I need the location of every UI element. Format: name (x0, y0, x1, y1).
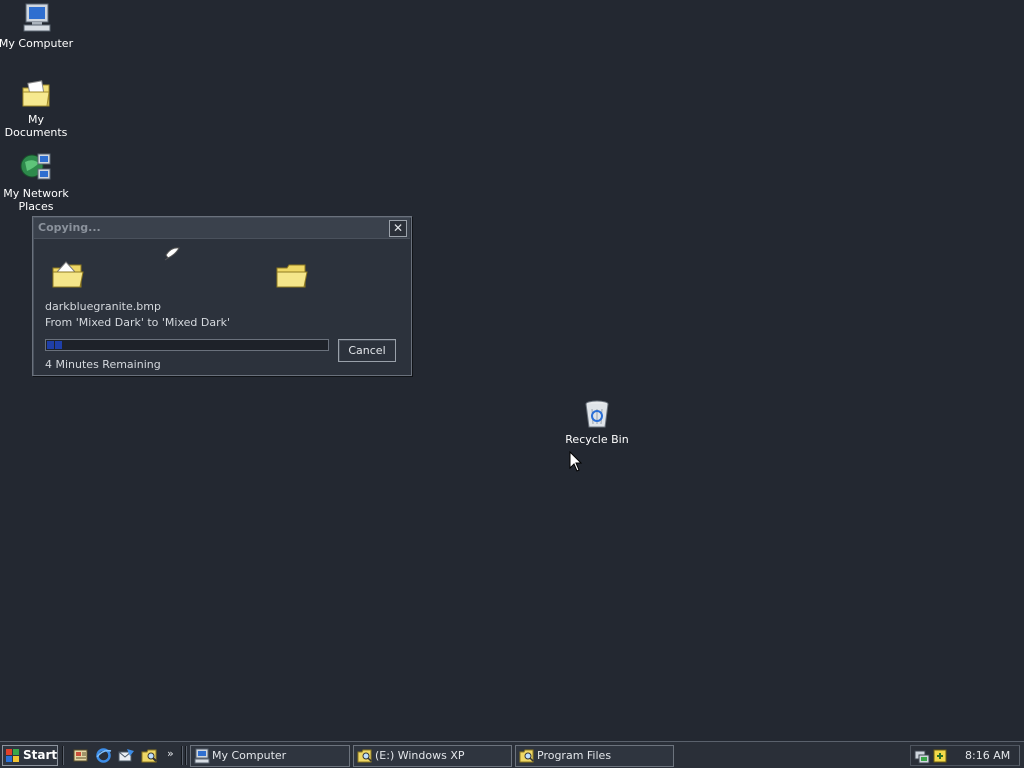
system-tray: 8:16 AM (910, 745, 1020, 766)
taskbar: Start » My Computer (E:) Windows XP Prog… (0, 741, 1024, 768)
start-label: Start (23, 748, 58, 762)
desktop-icon-recycle-bin[interactable]: Recycle Bin (559, 398, 635, 446)
desktop-icon-label: Recycle Bin (565, 433, 629, 446)
taskbar-separator (185, 746, 187, 765)
copy-progress-dialog: Copying... ✕ darkbluegranite.bmp From 'M… (32, 216, 412, 376)
outlook-express-icon[interactable] (118, 747, 135, 764)
taskbar-button-label: My Computer (212, 749, 287, 762)
desktop-icon-label: My Documents (4, 113, 68, 139)
desktop-icon-label: My Network Places (3, 187, 69, 213)
dialog-title: Copying... (38, 221, 101, 234)
network-places-icon (20, 153, 51, 180)
destination-folder-icon (276, 264, 308, 288)
close-button[interactable]: ✕ (389, 220, 407, 237)
windows-explorer-icon[interactable] (141, 747, 158, 764)
taskbar-separator (62, 746, 64, 765)
flying-document-icon (164, 247, 180, 261)
copying-file-name: darkbluegranite.bmp (45, 300, 161, 313)
safely-remove-tray-icon[interactable] (932, 748, 948, 764)
explorer-folder-icon (519, 749, 534, 763)
taskbar-button-program-files[interactable]: Program Files (515, 745, 674, 767)
quick-launch-more-button[interactable]: » (167, 747, 174, 760)
taskbar-clock: 8:16 AM (965, 749, 1011, 762)
desktop-icon-my-network-places[interactable]: My Network Places (0, 152, 74, 213)
taskbar-separator (181, 746, 183, 765)
taskbar-button-label: Program Files (537, 749, 612, 762)
taskbar-button-my-computer[interactable]: My Computer (190, 745, 350, 767)
internet-explorer-icon[interactable] (95, 747, 112, 764)
taskbar-button-windows-xp-drive[interactable]: (E:) Windows XP (353, 745, 512, 767)
source-folder-icon (52, 261, 84, 288)
desktop-icon-my-documents[interactable]: My Documents (0, 78, 74, 139)
dialog-title-bar[interactable]: Copying... ✕ (34, 218, 410, 239)
progress-fill (47, 341, 62, 349)
cancel-button[interactable]: Cancel (338, 339, 396, 362)
recycle-bin-icon (585, 400, 609, 428)
windows-logo-icon (6, 749, 19, 762)
explorer-folder-icon (357, 749, 372, 763)
mouse-cursor-icon (569, 451, 583, 472)
start-button[interactable]: Start (2, 745, 58, 766)
desktop-icon-my-computer[interactable]: My Computer (0, 2, 74, 50)
computer-icon (23, 3, 51, 32)
copy-source-destination: From 'Mixed Dark' to 'Mixed Dark' (45, 316, 231, 329)
documents-folder-icon (22, 80, 50, 107)
taskbar-button-label: (E:) Windows XP (375, 749, 465, 762)
computer-icon (194, 748, 210, 764)
show-desktop-icon[interactable] (72, 747, 89, 764)
desktop-icon-label: My Computer (0, 37, 74, 50)
time-remaining: 4 Minutes Remaining (45, 358, 161, 371)
copy-progress-bar (45, 339, 329, 351)
progress-block (55, 341, 62, 349)
network-tray-icon[interactable] (914, 748, 930, 764)
progress-block (47, 341, 54, 349)
